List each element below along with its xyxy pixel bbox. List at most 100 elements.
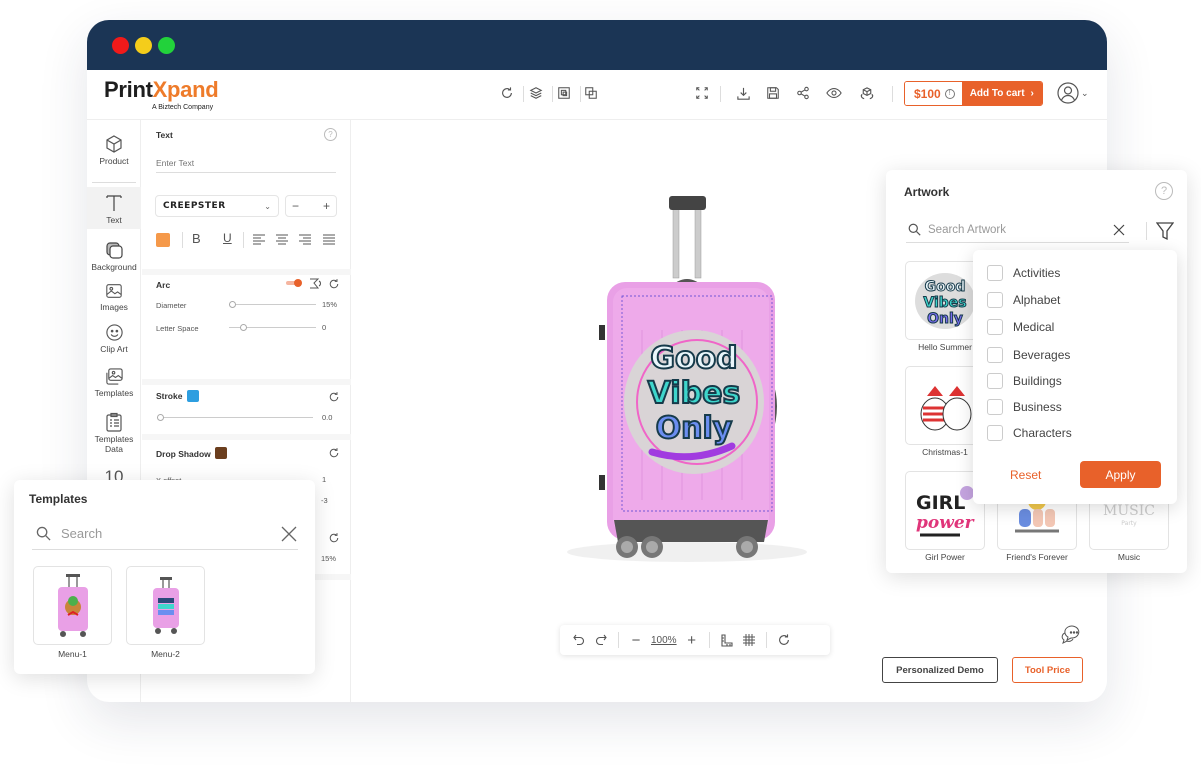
suitcase-thumbnail [57,573,88,637]
filter-option-medical[interactable]: Medical [987,319,1054,335]
align-justify-icon[interactable] [323,234,335,245]
logo-accent: Xpand [152,77,219,102]
template-thumb-menu-2[interactable] [126,566,205,645]
letter-space-slider[interactable] [229,324,316,331]
align-right-icon[interactable] [299,234,311,245]
checkbox[interactable] [987,292,1003,308]
slider-handle[interactable] [229,301,236,308]
zoom-toolbar: − 100% + [560,625,830,655]
download-icon[interactable] [734,84,752,102]
filter-apply-button[interactable]: Apply [1080,461,1161,488]
align-left-icon[interactable] [253,234,265,245]
chat-icon[interactable] [1060,624,1084,646]
template-thumb-menu-1[interactable] [33,566,112,645]
slider-handle[interactable] [240,324,247,331]
section-title: Arc [156,280,171,290]
checkbox[interactable] [987,399,1003,415]
templates-search[interactable]: Search [32,518,298,550]
reset-view-icon[interactable] [773,629,795,651]
3d-view-icon[interactable] [858,84,876,102]
font-size-stepper[interactable]: − + [285,195,337,217]
sidebar-item-images[interactable]: Images [87,282,141,318]
maximize-window-button[interactable] [158,36,175,54]
filter-icon[interactable] [1156,221,1174,241]
diameter-slider[interactable] [229,301,316,308]
close-window-button[interactable] [112,36,129,54]
zoom-level[interactable]: 100% [647,635,681,646]
sidebar-item-text[interactable]: Text [87,187,141,229]
zoom-in-button[interactable]: + [681,629,703,651]
sidebar-item-templates[interactable]: Templates [87,367,141,403]
flip-arc-icon[interactable] [309,278,321,289]
stroke-color-swatch[interactable] [187,390,199,402]
reset-icon[interactable] [328,391,340,403]
ruler-icon[interactable] [716,629,738,651]
slider-handle[interactable] [157,414,164,421]
price-display[interactable]: $100! [905,82,962,105]
underline-button[interactable]: U [223,231,232,245]
checkbox[interactable] [987,373,1003,389]
increase-size-button[interactable]: + [323,199,330,213]
zoom-out-button[interactable]: − [625,629,647,651]
sidebar-item-product[interactable]: Product [87,134,141,170]
preview-icon[interactable] [825,84,843,102]
filter-reset-button[interactable]: Reset [1010,468,1041,482]
checkbox[interactable] [987,265,1003,281]
checkbox[interactable] [987,319,1003,335]
panel-title: Artwork [904,185,950,199]
shadow-color-swatch[interactable] [215,447,227,459]
user-menu[interactable]: ⌄ [1057,82,1089,104]
filter-option-beverages[interactable]: Beverages [987,347,1070,363]
artwork-search[interactable]: Search Artwork [906,217,1129,243]
close-icon[interactable] [280,525,298,543]
price-value: $100 [914,86,941,101]
personalized-demo-button[interactable]: Personalized Demo [882,657,998,683]
duplicate-icon[interactable] [582,84,600,102]
checkbox[interactable] [987,425,1003,441]
minimize-window-button[interactable] [135,36,152,54]
checkbox[interactable] [987,347,1003,363]
redo-icon[interactable] [590,629,612,651]
bold-button[interactable]: B [192,231,201,246]
filter-option-characters[interactable]: Characters [987,425,1072,441]
reset-icon[interactable] [328,532,340,544]
fullscreen-icon[interactable] [693,84,711,102]
suitcase-product[interactable]: Good Vibes Only [552,190,822,570]
sidebar-item-background[interactable]: Background [87,240,141,276]
filter-option-alphabet[interactable]: Alphabet [987,292,1060,308]
undo-icon[interactable] [568,629,590,651]
filter-option-buildings[interactable]: Buildings [987,373,1062,389]
refresh-icon[interactable] [498,84,516,102]
reset-icon[interactable] [328,278,340,290]
text-input[interactable] [156,153,336,173]
sidebar-item-clip-art[interactable]: Clip Art [87,323,141,359]
grid-icon[interactable] [738,629,760,651]
button-label: Tool Price [1024,664,1071,676]
filter-option-business[interactable]: Business [987,399,1062,415]
share-icon[interactable] [794,84,812,102]
sidebar-item-templates-data[interactable]: Templates Data [87,412,141,458]
search-placeholder: Search Artwork [928,223,1006,236]
canvas-artwork[interactable]: Good Vibes Only [624,330,764,474]
add-to-cart-button[interactable]: Add To cart › [961,82,1042,105]
help-icon[interactable]: ? [324,128,337,141]
layers-icon[interactable] [527,84,545,102]
group-icon[interactable] [555,84,573,102]
arc-toggle[interactable] [294,279,302,287]
font-select[interactable]: CREEPSTER ⌄ [155,195,279,217]
clear-search-icon[interactable] [1113,224,1125,236]
help-icon[interactable]: ? [1155,182,1173,200]
decrease-size-button[interactable]: − [292,199,299,213]
reset-icon[interactable] [328,447,340,459]
save-icon[interactable] [764,84,782,102]
sidebar-item-label: Images [100,302,128,312]
stroke-slider[interactable] [157,414,313,421]
artwork-label: Girl Power [925,552,965,562]
align-center-icon[interactable] [276,234,288,245]
info-icon[interactable]: ! [944,88,955,99]
divider [182,232,183,248]
tool-price-button[interactable]: Tool Price [1012,657,1083,683]
filter-option-activities[interactable]: Activities [987,265,1060,281]
text-color-swatch[interactable] [156,233,170,247]
text-icon [106,195,122,211]
